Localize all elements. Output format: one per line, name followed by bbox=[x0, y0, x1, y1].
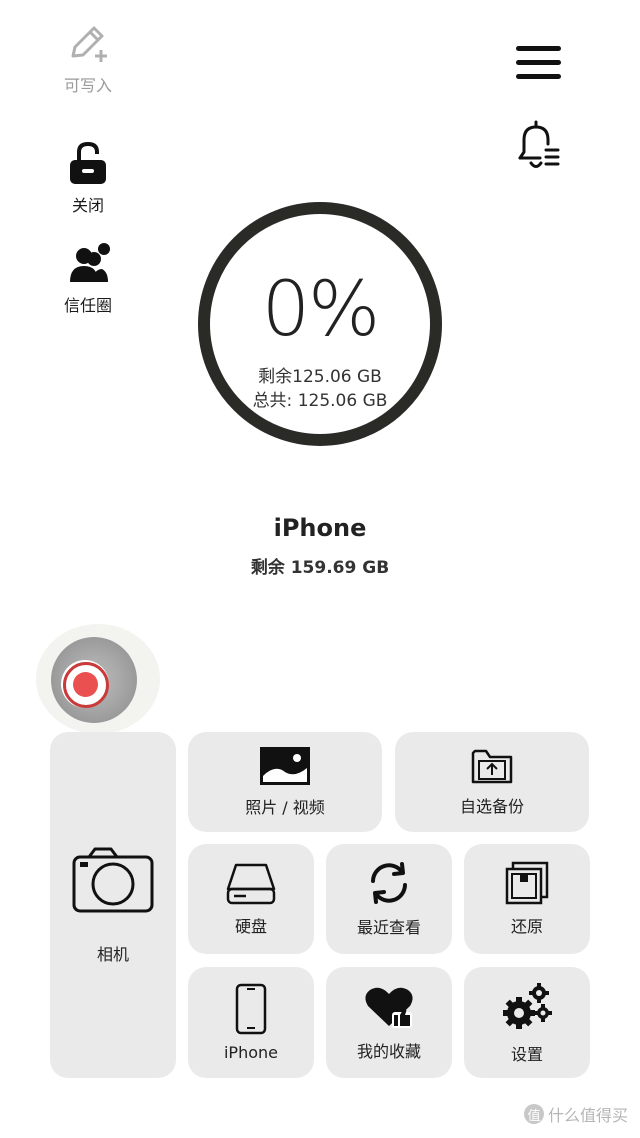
lock-toggle[interactable]: 关闭 bbox=[38, 140, 138, 216]
gears-icon bbox=[503, 982, 552, 1029]
tile-photos-videos-label: 照片 / 视频 bbox=[245, 798, 325, 817]
lock-label: 关闭 bbox=[71, 196, 104, 215]
tile-custom-backup-label: 自选备份 bbox=[459, 797, 524, 816]
tile-custom-backup[interactable]: 自选备份 bbox=[395, 732, 589, 832]
storage-percent: 0% bbox=[261, 264, 381, 353]
watermark-badge: 值 bbox=[523, 1104, 544, 1124]
tile-camera[interactable]: 相机 bbox=[50, 732, 176, 1078]
unlock-icon bbox=[70, 141, 106, 184]
tile-favorites-label: 我的收藏 bbox=[356, 1041, 421, 1061]
device-free-space: 剩余 159.69 GB bbox=[250, 558, 390, 578]
notifications-button[interactable] bbox=[510, 118, 566, 176]
tile-photos-videos[interactable]: 照片 / 视频 bbox=[188, 732, 382, 832]
trust-circle-label: 信任圈 bbox=[63, 296, 112, 315]
device-name: iPhone bbox=[273, 514, 367, 542]
storage-ring: 0% 剩余125.06 GB 总共: 125.06 GB bbox=[198, 202, 442, 446]
refresh-icon bbox=[371, 862, 407, 904]
photo-icon bbox=[260, 747, 310, 785]
tile-iphone-label: iPhone bbox=[223, 1043, 278, 1062]
pencil-plus-icon bbox=[71, 26, 107, 62]
storage-remaining: 剩余125.06 GB bbox=[258, 367, 382, 387]
camera-icon bbox=[72, 847, 154, 913]
tile-settings[interactable]: 设置 bbox=[464, 967, 590, 1078]
box-icon bbox=[505, 861, 549, 905]
hamburger-icon bbox=[516, 46, 561, 79]
phone-icon bbox=[235, 983, 267, 1035]
tile-favorites[interactable]: 我的收藏 bbox=[326, 967, 452, 1078]
tile-restore[interactable]: 还原 bbox=[464, 844, 590, 954]
tile-iphone[interactable]: iPhone bbox=[188, 967, 314, 1078]
people-icon bbox=[70, 243, 110, 282]
tile-recent[interactable]: 最近查看 bbox=[326, 844, 452, 954]
tile-restore-label: 还原 bbox=[510, 917, 543, 936]
bell-list-icon bbox=[518, 120, 560, 168]
tile-camera-label: 相机 bbox=[96, 945, 129, 964]
hard-drive-icon bbox=[226, 863, 276, 905]
trust-circle[interactable]: 信任圈 bbox=[38, 242, 138, 316]
tile-recent-label: 最近查看 bbox=[356, 918, 421, 937]
heart-like-icon bbox=[365, 987, 413, 1028]
record-dot bbox=[73, 672, 98, 697]
storage-total: 总共: 125.06 GB bbox=[252, 391, 388, 411]
tile-drive[interactable]: 硬盘 bbox=[188, 844, 314, 954]
writable-toggle[interactable]: 可写入 bbox=[38, 20, 138, 96]
tile-settings-label: 设置 bbox=[510, 1044, 543, 1064]
menu-button[interactable] bbox=[512, 42, 566, 84]
folder-upload-icon bbox=[471, 749, 513, 784]
writable-label: 可写入 bbox=[63, 76, 112, 95]
tile-drive-label: 硬盘 bbox=[234, 917, 267, 936]
watermark-text: 什么值得买 bbox=[547, 1106, 628, 1125]
watermark: 值 什么值得买 bbox=[523, 1102, 628, 1126]
